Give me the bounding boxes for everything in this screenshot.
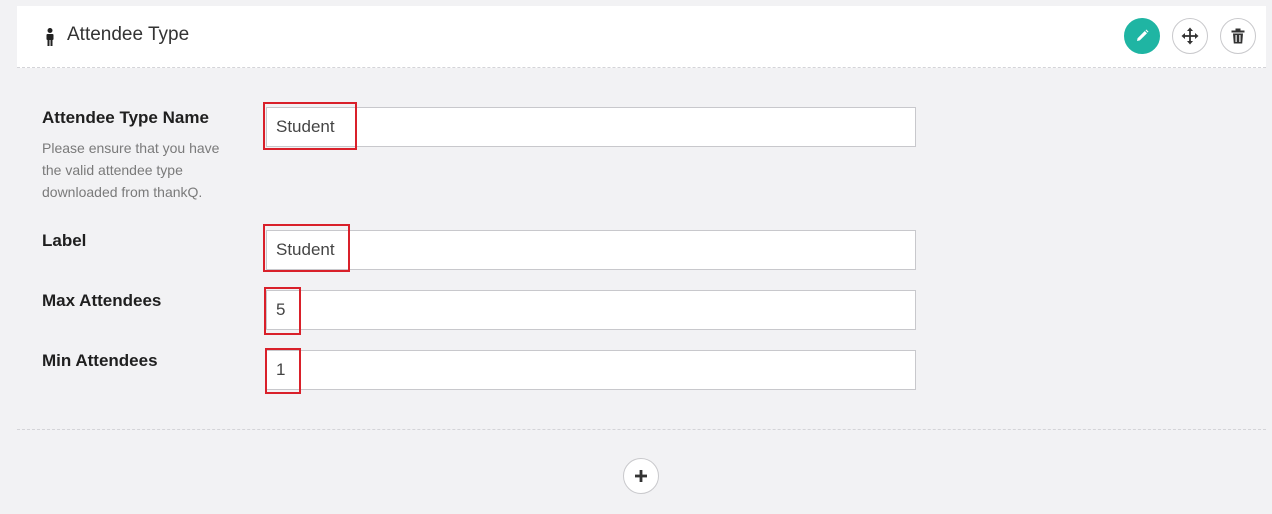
delete-button[interactable] bbox=[1220, 18, 1256, 54]
label-field-label: Label bbox=[42, 231, 87, 250]
max-attendees-label: Max Attendees bbox=[42, 291, 162, 310]
min-attendees-input[interactable] bbox=[266, 350, 916, 390]
attendee-type-panel: Attendee Type Attendee Type Name Please … bbox=[0, 0, 1272, 514]
attendee-type-name-label: Attendee Type Name bbox=[42, 108, 209, 127]
add-button[interactable] bbox=[623, 458, 659, 494]
pencil-icon bbox=[1137, 29, 1149, 41]
attendee-type-name-help: Please ensure that you have the valid at… bbox=[42, 140, 220, 200]
move-button[interactable] bbox=[1172, 18, 1208, 54]
attendee-type-name-input[interactable] bbox=[266, 107, 916, 147]
min-attendees-label: Min Attendees bbox=[42, 351, 158, 370]
max-attendees-input[interactable] bbox=[266, 290, 916, 330]
edit-button[interactable] bbox=[1124, 18, 1160, 54]
person-icon bbox=[46, 28, 54, 46]
move-arrows-icon bbox=[1181, 27, 1199, 45]
attendee-type-header: Attendee Type bbox=[17, 6, 1266, 68]
plus-icon bbox=[635, 470, 647, 482]
label-input[interactable] bbox=[266, 230, 916, 270]
section-divider bbox=[17, 429, 1266, 430]
trash-icon bbox=[1231, 28, 1245, 44]
section-title: Attendee Type bbox=[67, 24, 190, 45]
